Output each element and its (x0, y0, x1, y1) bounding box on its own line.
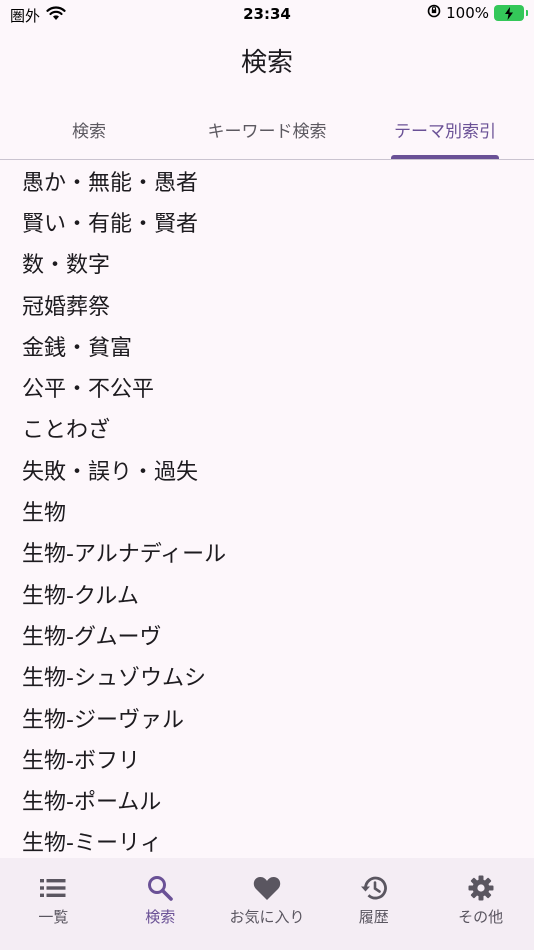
tab-bar: 検索 キーワード検索 テーマ別索引 (0, 100, 534, 160)
list-item[interactable]: 生物-ポームル (0, 779, 534, 820)
theme-list: 愚か・無能・愚者 賢い・有能・賢者 数・数字 冠婚葬祭 金銭・貧富 公平・不公平… (0, 160, 534, 858)
page-title: 検索 (240, 48, 293, 78)
nav-search-label: 検索 (145, 908, 176, 926)
nav-favorites[interactable]: お気に入り (214, 872, 321, 932)
list-icon (40, 872, 66, 904)
list-item[interactable]: 生物-クルム (0, 573, 534, 614)
nav-other[interactable]: その他 (427, 872, 534, 932)
nav-history-label: 履歴 (358, 908, 389, 926)
tab-keyword-search[interactable]: キーワード検索 (178, 100, 356, 158)
history-icon (360, 872, 388, 904)
nav-search[interactable]: 検索 (107, 872, 214, 932)
list-item[interactable]: 冠婚葬祭 (0, 284, 534, 325)
list-item[interactable]: 生物-ジーヴァル (0, 697, 534, 738)
battery-icon (494, 5, 528, 21)
tab-theme-index[interactable]: テーマ別索引 (356, 100, 534, 158)
list-item[interactable]: 生物-シュゾウムシ (0, 656, 534, 697)
list-item[interactable]: 公平・不公平 (0, 366, 534, 407)
status-bar: 圏外 23:34 100% (0, 0, 534, 30)
tab-search[interactable]: 検索 (0, 100, 178, 158)
list-item[interactable]: ことわざ (0, 408, 534, 449)
list-item[interactable]: 生物-ボフリ (0, 738, 534, 779)
list-item[interactable]: 生物-ミーリィ (0, 821, 534, 858)
list-item[interactable]: 生物-グムーヴ (0, 614, 534, 655)
status-right: 100% (427, 4, 528, 22)
screen: 圏外 23:34 100% 検索 検索 キーワード検索 テーマ別索引 愚か・無能… (0, 0, 534, 950)
bottom-nav: 一覧 検索 お気に入り 履歴 その他 (0, 858, 534, 950)
nav-list-label: 一覧 (38, 908, 69, 926)
nav-history[interactable]: 履歴 (320, 872, 427, 932)
gear-icon (468, 872, 494, 904)
list-item[interactable]: 賢い・有能・賢者 (0, 201, 534, 242)
nav-other-label: その他 (458, 908, 504, 926)
orientation-lock-icon (427, 4, 441, 22)
search-icon (147, 872, 173, 904)
list-item[interactable]: 愚か・無能・愚者 (0, 160, 534, 201)
battery-percent: 100% (446, 4, 489, 22)
list-item[interactable]: 生物-アルナディール (0, 532, 534, 573)
heart-icon (253, 872, 281, 904)
list-item[interactable]: 失敗・誤り・過失 (0, 449, 534, 490)
list-item[interactable]: 数・数字 (0, 243, 534, 284)
list-item[interactable]: 金銭・貧富 (0, 325, 534, 366)
nav-list[interactable]: 一覧 (0, 872, 107, 932)
list-item[interactable]: 生物 (0, 490, 534, 531)
nav-favorites-label: お気に入り (229, 908, 305, 926)
